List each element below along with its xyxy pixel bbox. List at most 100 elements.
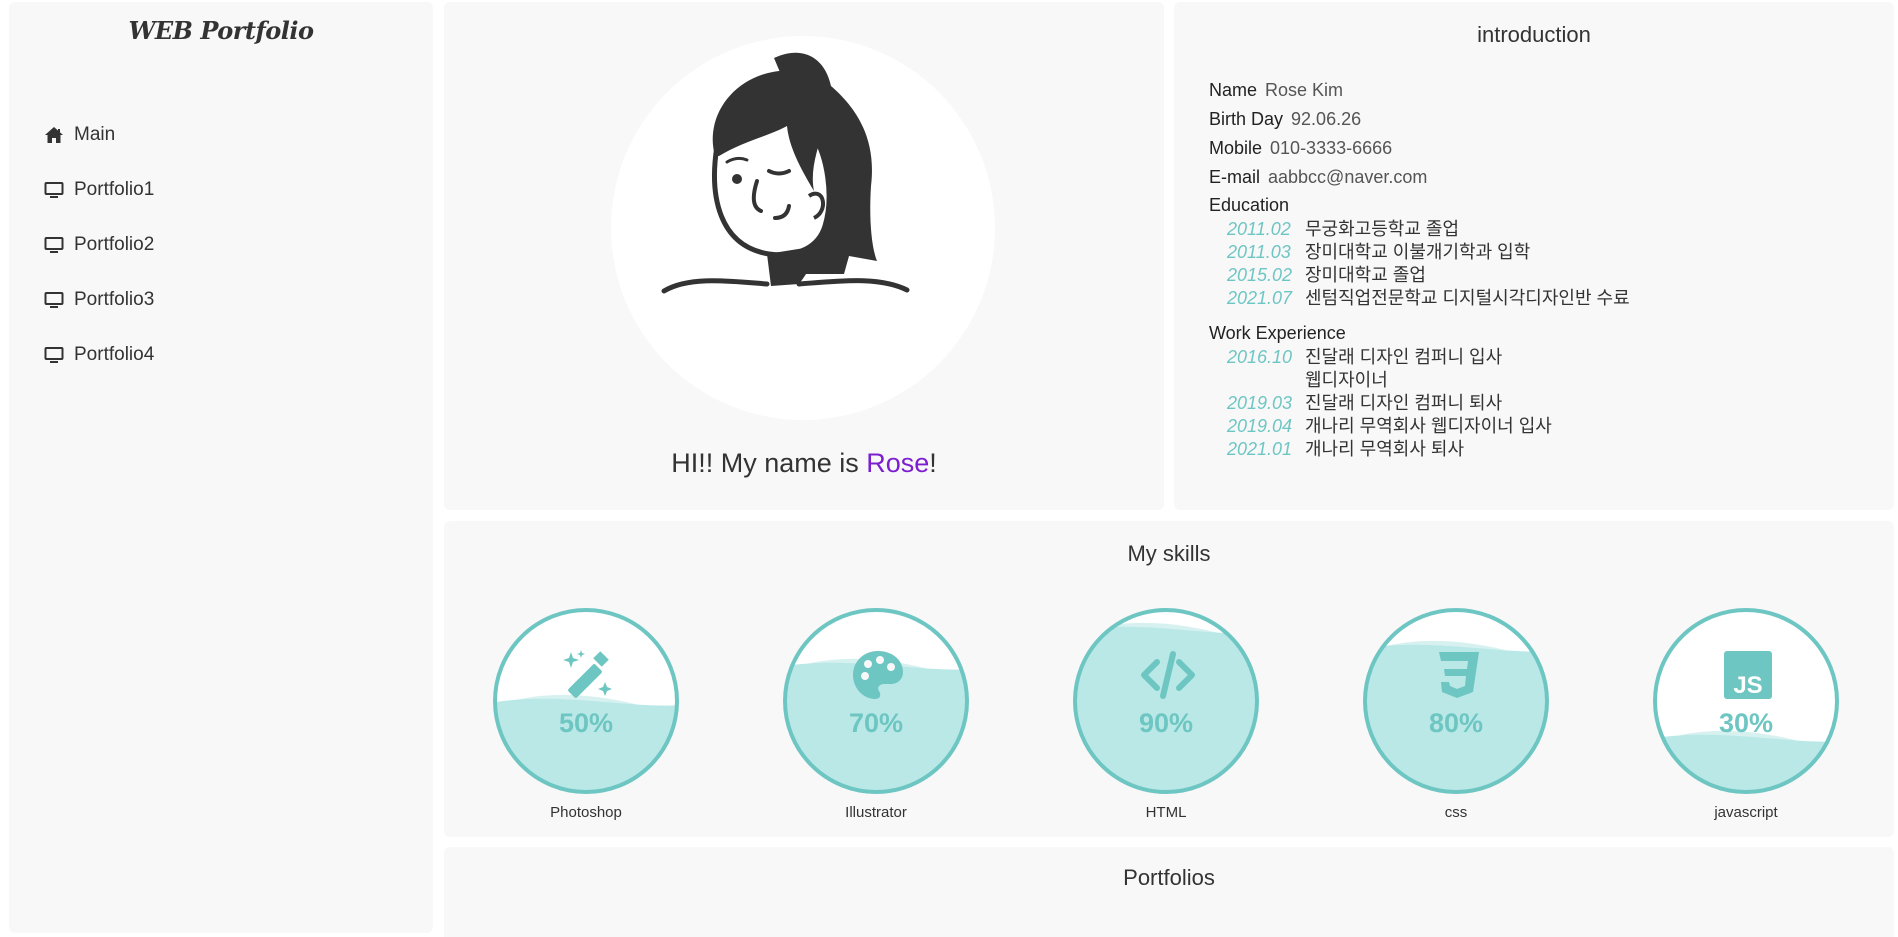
info-value: aabbcc@naver.com <box>1268 167 1428 187</box>
history-text: 무궁화고등학교 졸업 <box>1305 219 1460 239</box>
portfolios-title: Portfolios <box>1123 865 1215 890</box>
palette-icon <box>853 651 903 699</box>
list-item: 2011.03 장미대학교 이불개기학과 입학 <box>1227 241 1869 264</box>
site-logo[interactable]: WEB Portfolio <box>9 16 433 45</box>
sidebar: WEB Portfolio Main Portfolio1 Portfolio2… <box>9 2 433 933</box>
skill-gauge: 70% <box>779 604 973 798</box>
sidebar-item-label: Main <box>74 123 116 145</box>
sidebar-item-portfolio3[interactable]: Portfolio3 <box>44 272 154 327</box>
history-date: 2011.03 <box>1227 242 1291 262</box>
js-icon: JS <box>1724 651 1772 699</box>
history-text: 진달래 디자인 컴퍼니 퇴사 <box>1305 393 1503 413</box>
monitor-icon <box>44 181 64 198</box>
sidebar-item-label: Portfolio2 <box>74 233 155 255</box>
skill-percent: 80% <box>1428 708 1484 738</box>
history-text-line2: 웹디자이너 <box>1305 370 1388 390</box>
skill-gauge: 80% <box>1359 604 1553 798</box>
sidebar-item-main[interactable]: Main <box>44 107 154 162</box>
avatar <box>661 52 910 294</box>
history-text: 센텀직업전문학교 디지털시각디자인반 수료 <box>1305 288 1630 308</box>
history-date: 2015.02 <box>1227 265 1293 285</box>
css3-icon <box>1439 652 1479 698</box>
sidebar-nav: Main Portfolio1 Portfolio2 Portfolio3 Po… <box>44 107 154 382</box>
introduction-body: Name Rose Kim Birth Day 92.06.26 Mobile 010… <box>1209 76 1869 461</box>
history-text: 장미대학교 졸업 <box>1305 265 1426 285</box>
skill-label: css <box>1444 804 1468 821</box>
info-row-email: E-mail aabbcc@naver.com <box>1209 163 1869 192</box>
info-row-name: Name Rose Kim <box>1209 76 1869 105</box>
portfolios-card: Portfolios <box>444 847 1894 937</box>
education-title: Education <box>1209 195 1290 215</box>
info-value: 010-3333-6666 <box>1270 138 1393 158</box>
education-list: 2011.02 무궁화고등학교 졸업 2011.03 장미대학교 이불개기학과 입학… <box>1209 218 1869 310</box>
history-text: 장미대학교 이불개기학과 입학 <box>1305 242 1531 262</box>
info-label: Name <box>1209 80 1258 100</box>
skill-gauge: 90% <box>1069 604 1263 798</box>
list-item: 2016.10 진달래 디자인 컴퍼니 입사웹디자이너 <box>1227 346 1869 392</box>
sidebar-item-portfolio2[interactable]: Portfolio2 <box>44 217 154 272</box>
home-icon <box>45 126 63 143</box>
greeting-name: Rose <box>866 448 930 478</box>
history-date: 2021.07 <box>1227 288 1293 308</box>
introduction-title: introduction <box>1477 22 1591 47</box>
magic-wand-icon <box>563 650 612 698</box>
work-experience-title: Work Experience <box>1209 323 1346 343</box>
sidebar-item-label: Portfolio4 <box>74 343 155 365</box>
svg-text:JS: JS <box>1733 672 1762 699</box>
history-text: 진달래 디자인 컴퍼니 입사웹디자이너 <box>1305 346 1502 392</box>
sidebar-item-portfolio1[interactable]: Portfolio1 <box>44 162 154 217</box>
gauge-wave-front <box>1656 734 1836 791</box>
info-label: E-mail <box>1209 167 1261 187</box>
skill-percent: 70% <box>848 708 904 738</box>
skill-label: Illustrator <box>845 804 907 821</box>
list-item: 2019.03 진달래 디자인 컴퍼니 퇴사 <box>1227 392 1869 415</box>
work-experience-list: 2016.10 진달래 디자인 컴퍼니 입사웹디자이너 2019.03 진달래 디자… <box>1209 346 1869 461</box>
list-item: 2021.07 센텀직업전문학교 디지털시각디자인반 수료 <box>1227 287 1869 310</box>
info-row-birthday: Birth Day 92.06.26 <box>1209 105 1869 134</box>
greeting-suffix: ! <box>929 448 937 478</box>
skill-percent: 90% <box>1138 708 1194 738</box>
skill-percent: 50% <box>558 708 614 738</box>
skill-css: 80% css <box>1358 604 1554 821</box>
sidebar-item-portfolio4[interactable]: Portfolio4 <box>44 327 154 382</box>
info-value: 92.06.26 <box>1291 109 1362 129</box>
history-text: 개나리 무역회사 퇴사 <box>1305 439 1465 459</box>
skill-label: HTML <box>1145 804 1187 821</box>
info-value: Rose Kim <box>1265 80 1344 100</box>
list-item: 2019.04 개나리 무역회사 웹디자이너 입사 <box>1227 415 1869 438</box>
monitor-icon <box>44 291 64 308</box>
skills-title: My skills <box>1127 541 1211 566</box>
sidebar-item-label: Portfolio1 <box>74 178 155 200</box>
history-text-line1: 진달래 디자인 컴퍼니 입사 <box>1305 347 1503 367</box>
skill-illustrator: 70% Illustrator <box>778 604 974 821</box>
profile-card: HI!! My name is Rose! <box>444 2 1164 510</box>
list-item: 2015.02 장미대학교 졸업 <box>1227 264 1869 287</box>
monitor-icon <box>44 346 64 363</box>
history-date: 2021.01 <box>1227 439 1293 459</box>
history-date: 2019.04 <box>1227 416 1293 436</box>
skill-percent: 30% <box>1718 708 1774 738</box>
history-date: 2019.03 <box>1227 393 1293 413</box>
skill-label: Photoshop <box>550 804 622 821</box>
skill-html: 90% HTML <box>1068 604 1264 821</box>
list-item: 2011.02 무궁화고등학교 졸업 <box>1227 218 1869 241</box>
list-item: 2021.01 개나리 무역회사 퇴사 <box>1227 438 1869 461</box>
greeting-text: HI!! My name is Rose! <box>444 448 1164 479</box>
info-row-mobile: Mobile 010-3333-6666 <box>1209 134 1869 163</box>
greeting-prefix: HI!! My name is <box>671 448 867 478</box>
code-icon <box>1141 651 1195 699</box>
history-text: 개나리 무역회사 웹디자이너 입사 <box>1305 416 1552 436</box>
skills-card: My skills 50% Photoshop 70% Illustrator … <box>444 521 1894 837</box>
skill-label: javascript <box>1714 804 1778 821</box>
skill-javascript: JS 30% javascript <box>1648 604 1844 821</box>
info-label: Birth Day <box>1209 109 1284 129</box>
info-label: Mobile <box>1209 138 1263 158</box>
history-date: 2016.10 <box>1227 347 1293 367</box>
skill-photoshop: 50% Photoshop <box>488 604 684 821</box>
monitor-icon <box>44 236 64 253</box>
skill-gauge: 50% <box>489 604 683 798</box>
sidebar-item-label: Portfolio3 <box>74 288 155 310</box>
history-date: 2011.02 <box>1227 219 1291 239</box>
skill-gauge: JS 30% <box>1649 604 1843 798</box>
introduction-card: introduction Name Rose Kim Birth Day 92.06… <box>1174 2 1894 510</box>
